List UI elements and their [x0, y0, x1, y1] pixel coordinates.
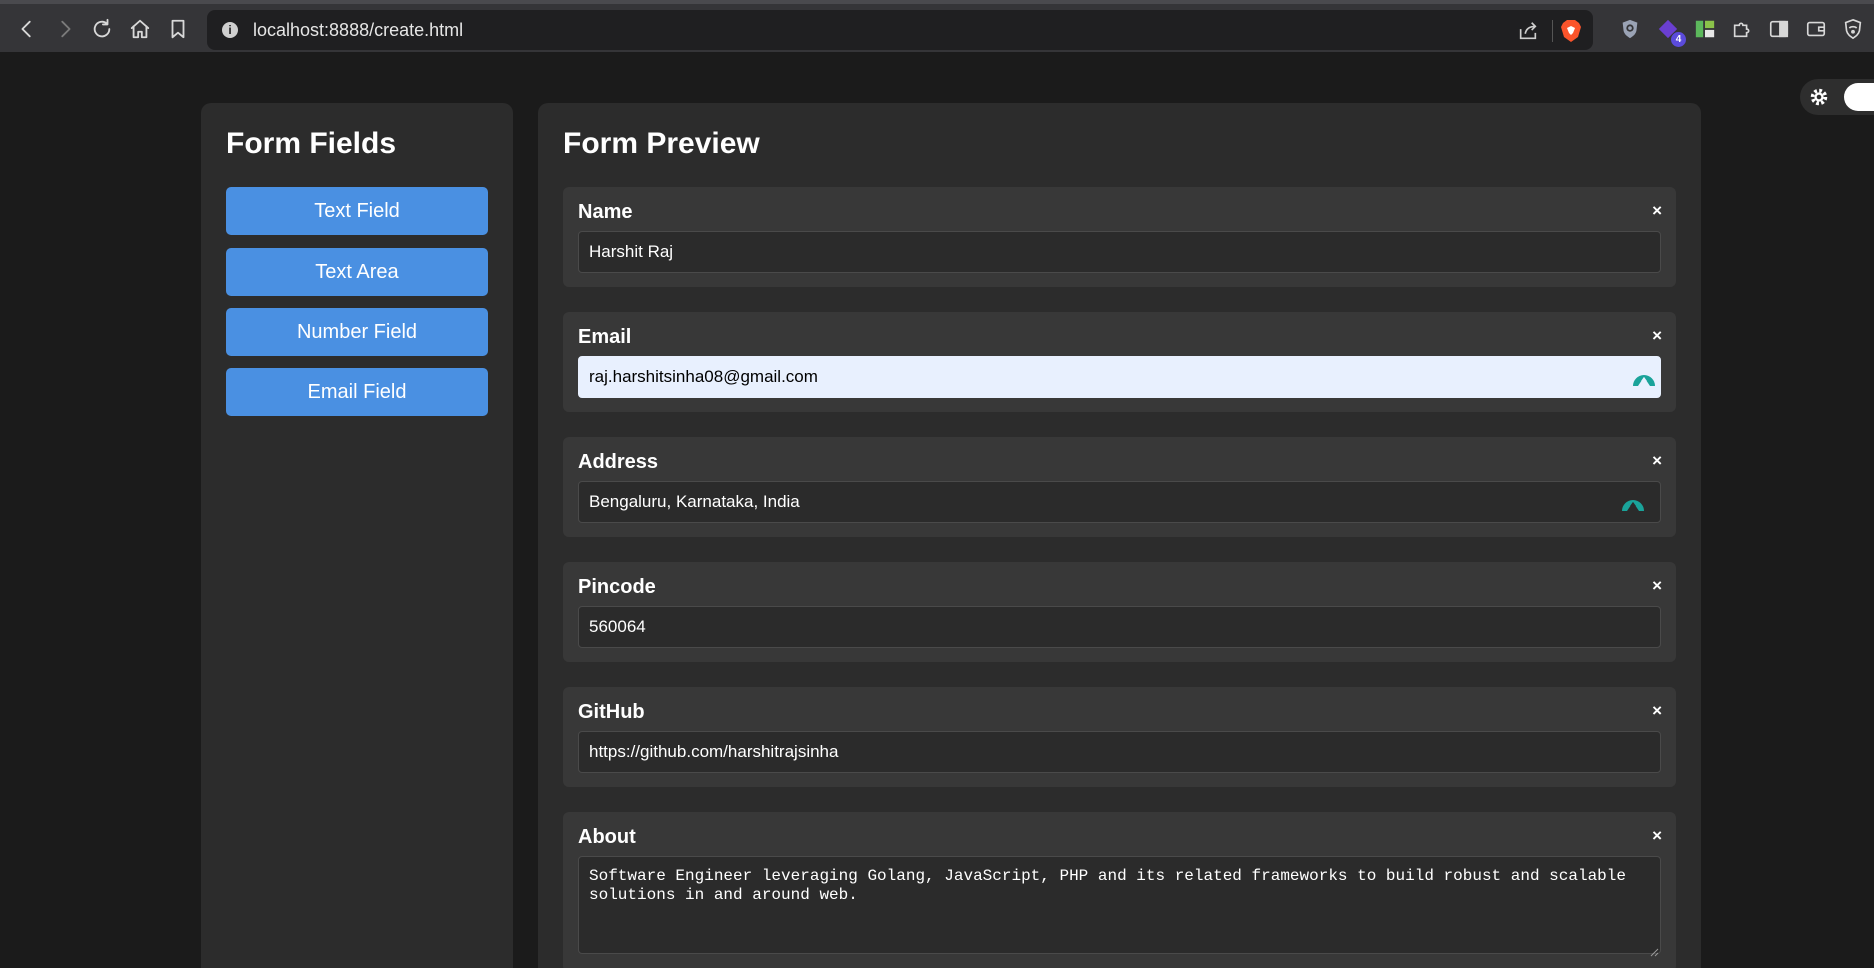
remove-field-button[interactable]: × — [1652, 201, 1662, 221]
panel-title: Form Fields — [226, 127, 397, 160]
remove-field-button[interactable]: × — [1652, 576, 1662, 596]
bookmark-button[interactable] — [166, 17, 190, 41]
brave-shields-icon[interactable] — [1560, 19, 1582, 43]
field-label: Pincode — [578, 576, 656, 598]
address-bar[interactable]: i localhost:8888/create.html — [207, 10, 1593, 50]
green-extension-icon[interactable] — [1693, 17, 1717, 41]
remove-field-button[interactable]: × — [1652, 826, 1662, 846]
email-field-button[interactable]: Email Field — [226, 368, 488, 416]
text-field-button[interactable]: Text Field — [226, 187, 488, 235]
reload-button[interactable] — [90, 17, 114, 41]
form-preview-panel: Form Preview Name × Harshit Raj Email × … — [538, 103, 1701, 968]
extension-badge: 4 — [1671, 32, 1686, 47]
vpn-icon[interactable] — [1841, 17, 1865, 41]
form-field-name: Name × Harshit Raj — [563, 187, 1676, 287]
email-input[interactable]: raj.harshitsinha08@gmail.com — [578, 356, 1661, 398]
remove-field-button[interactable]: × — [1652, 326, 1662, 346]
forward-button[interactable] — [53, 17, 77, 41]
puzzle-icon[interactable] — [1730, 17, 1754, 41]
form-field-github: GitHub × https://github.com/harshitrajsi… — [563, 687, 1676, 787]
home-button[interactable] — [128, 17, 152, 41]
info-icon[interactable]: i — [222, 22, 238, 38]
text-area-button[interactable]: Text Area — [226, 248, 488, 296]
remove-field-button[interactable]: × — [1652, 451, 1662, 471]
theme-toggle[interactable] — [1800, 79, 1874, 115]
reload-icon — [93, 18, 111, 38]
about-textarea[interactable]: Software Engineer leveraging Golang, Jav… — [578, 856, 1661, 954]
gear-icon — [1808, 86, 1830, 108]
shield-extension-icon[interactable] — [1618, 17, 1642, 41]
field-label: GitHub — [578, 701, 645, 723]
name-input[interactable]: Harshit Raj — [578, 231, 1661, 273]
resize-grip-icon[interactable] — [1649, 944, 1659, 957]
panel-title: Form Preview — [563, 127, 760, 160]
password-manager-icon[interactable] — [1620, 489, 1646, 515]
gem-extension-icon[interactable]: 4 — [1656, 17, 1686, 47]
form-fields-panel: Form Fields Text Field Text Area Number … — [201, 103, 513, 968]
url-text[interactable]: localhost:8888/create.html — [253, 20, 463, 41]
home-icon — [130, 19, 150, 39]
browser-toolbar: i localhost:8888/create.html 4 — [0, 0, 1874, 52]
back-button[interactable] — [15, 17, 39, 41]
url-divider — [1552, 20, 1553, 42]
address-input[interactable]: Bengaluru, Karnataka, India — [578, 481, 1661, 523]
bookmark-icon — [171, 19, 185, 39]
toggle-knob[interactable] — [1844, 83, 1874, 111]
form-field-pincode: Pincode × 560064 — [563, 562, 1676, 662]
password-manager-icon[interactable] — [1631, 364, 1657, 390]
field-label: About — [578, 826, 636, 848]
chevron-right-icon — [61, 20, 71, 38]
github-input[interactable]: https://github.com/harshitrajsinha — [578, 731, 1661, 773]
form-field-about: About × Software Engineer leveraging Gol… — [563, 812, 1676, 968]
number-field-button[interactable]: Number Field — [226, 308, 488, 356]
field-label: Name — [578, 201, 633, 223]
share-icon[interactable] — [1517, 20, 1539, 42]
field-label: Address — [578, 451, 659, 473]
remove-field-button[interactable]: × — [1652, 701, 1662, 721]
form-field-email: Email × raj.harshitsinha08@gmail.com — [563, 312, 1676, 412]
pincode-input[interactable]: 560064 — [578, 606, 1661, 648]
form-field-address: Address × Bengaluru, Karnataka, India — [563, 437, 1676, 537]
field-label: Email — [578, 326, 632, 348]
chevron-left-icon — [21, 20, 31, 38]
sidebar-icon[interactable] — [1767, 17, 1791, 41]
wallet-icon[interactable] — [1804, 17, 1828, 41]
